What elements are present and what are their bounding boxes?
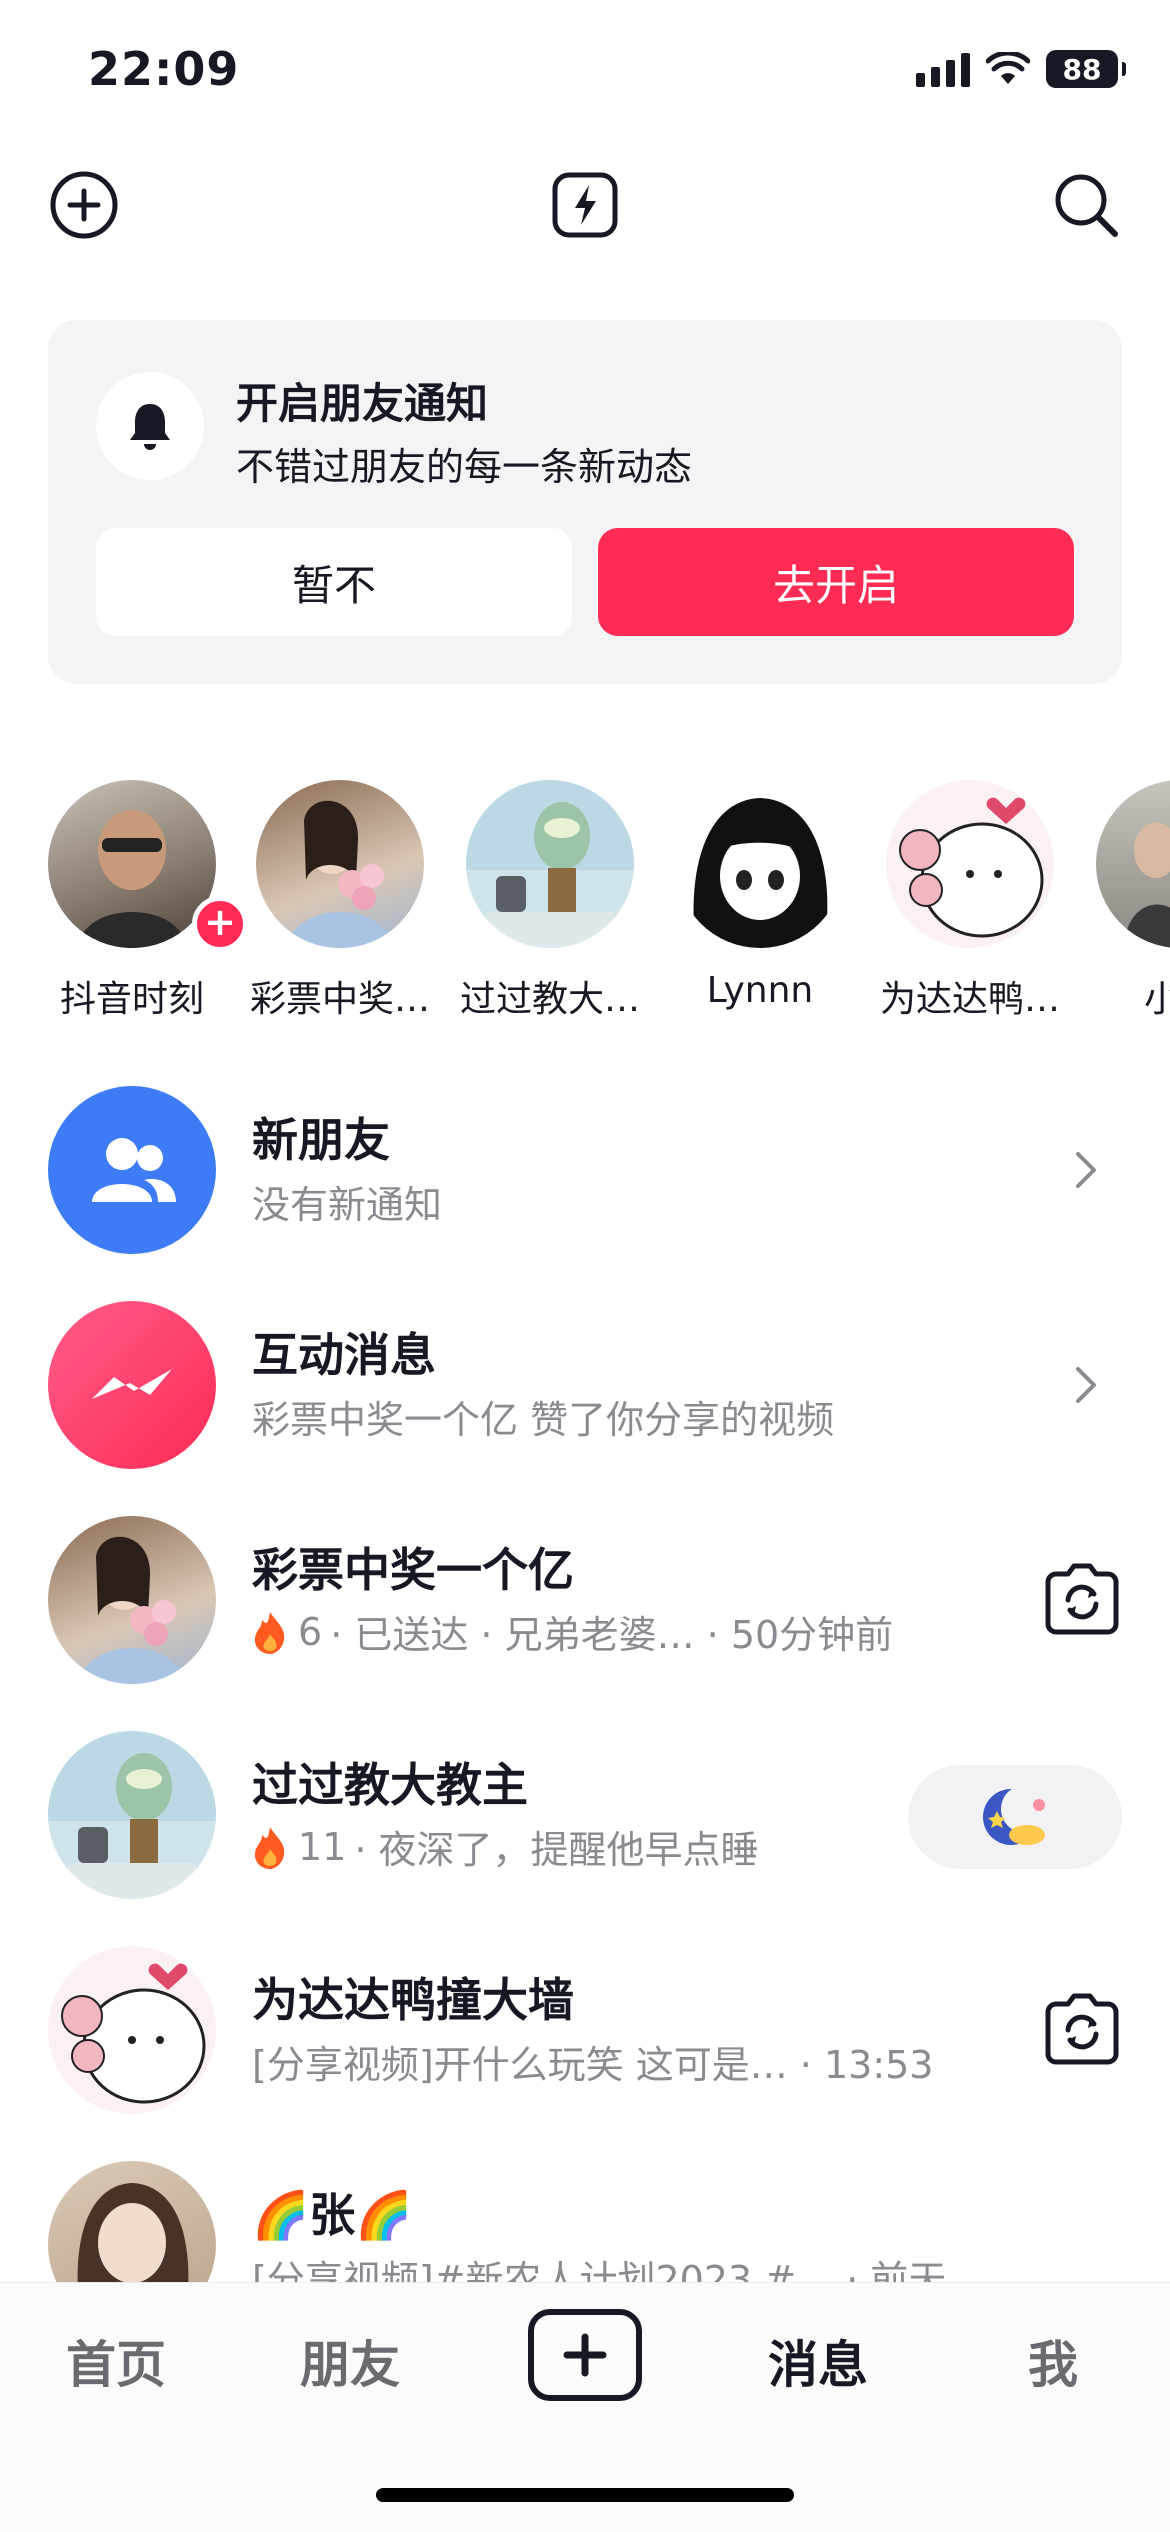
- signal-icon: [916, 51, 970, 87]
- chat-subtitle: 11 · 夜深了，提醒他早点睡: [252, 1819, 759, 1874]
- story-item[interactable]: Lynnn: [660, 780, 860, 1011]
- add-friend-icon[interactable]: [44, 165, 124, 245]
- list-item-subtitle: 没有新通知: [252, 1183, 443, 1227]
- chat-title: 过过教大教主: [252, 1758, 528, 1812]
- chat-title: 🌈张🌈: [252, 2188, 413, 2242]
- story-name: Lynnn: [706, 970, 814, 1011]
- status-indicators: 88: [916, 50, 1126, 88]
- story-item[interactable]: 过过教大…: [450, 780, 650, 1020]
- story-item[interactable]: 为达达鸭…: [870, 780, 1070, 1020]
- list-item-interactions[interactable]: 互动消息 彩票中奖一个亿 赞了你分享的视频: [0, 1285, 1170, 1485]
- streak-count: 11: [298, 1824, 347, 1869]
- chat-title: 彩票中奖一个亿: [252, 1543, 574, 1597]
- chat-item[interactable]: 为达达鸭撞大墙 [分享视频]开什么玩笑 这可是… · 13:53: [0, 1930, 1170, 2130]
- nav-messages[interactable]: 消息: [768, 2325, 868, 2397]
- moon-icon: [983, 1785, 1049, 1845]
- story-name: 过过教大…: [459, 979, 640, 1020]
- avatar: [466, 780, 634, 948]
- new-friends-icon: [48, 1086, 216, 1254]
- sleep-reminder-button[interactable]: [908, 1765, 1122, 1869]
- avatar: [48, 1731, 216, 1899]
- chat-item[interactable]: 彩票中奖一个亿 6 · 已送达 · 兄弟老婆… · 50分钟前: [0, 1500, 1170, 1700]
- notification-subtitle: 不错过朋友的每一条新动态: [236, 445, 693, 489]
- friend-stories-row: + 抖音时刻 彩票中奖… 过过教大… Lynnn 为达达鸭… 小: [0, 780, 1170, 1020]
- avatar: [48, 1946, 216, 2114]
- story-name: 小新: [1143, 979, 1170, 1020]
- status-bar: 22:09 88: [0, 0, 1170, 140]
- chat-subtitle: [分享视频]开什么玩笑 这可是… · 13:53: [252, 2043, 934, 2087]
- enable-notification-button[interactable]: 去开启: [598, 528, 1074, 636]
- chevron-right-icon: [1076, 1367, 1096, 1403]
- story-name: 抖音时刻: [59, 979, 204, 1020]
- chat-status: · 已送达 · 兄弟老婆… · 50分钟前: [330, 1613, 894, 1657]
- wifi-icon: [986, 52, 1030, 84]
- notification-title: 开启朋友通知: [236, 379, 489, 428]
- flash-icon[interactable]: [545, 165, 625, 245]
- avatar: [676, 780, 844, 948]
- list-item-title: 互动消息: [252, 1328, 436, 1382]
- nav-me[interactable]: 我: [1028, 2325, 1078, 2397]
- flame-icon: [254, 1611, 285, 1654]
- chat-title: 为达达鸭撞大墙: [252, 1973, 574, 2027]
- status-time: 22:09: [88, 42, 240, 96]
- avatar: [256, 780, 424, 948]
- chat-item[interactable]: 过过教大教主 11 · 夜深了，提醒他早点睡: [0, 1715, 1170, 1915]
- avatar: [48, 780, 216, 948]
- bell-icon: [96, 372, 204, 480]
- flame-icon: [254, 1826, 285, 1869]
- friend-notification-card: 开启朋友通知 不错过朋友的每一条新动态 暂不 去开启: [48, 320, 1122, 684]
- not-now-button[interactable]: 暂不: [96, 528, 572, 636]
- story-name: 彩票中奖…: [249, 979, 430, 1020]
- chevron-right-icon: [1076, 1152, 1096, 1188]
- streak-count: 6: [298, 1609, 323, 1654]
- avatar: [48, 1516, 216, 1684]
- interaction-icon: [48, 1301, 216, 1469]
- story-name: 为达达鸭…: [879, 979, 1060, 1020]
- camera-icon[interactable]: [1042, 1560, 1122, 1640]
- story-item[interactable]: + 抖音时刻: [32, 780, 248, 1020]
- battery-icon: 88: [1046, 50, 1126, 88]
- chat-status: · 夜深了，提醒他早点睡: [354, 1828, 759, 1872]
- nav-home[interactable]: 首页: [66, 2325, 166, 2397]
- create-button[interactable]: [528, 2309, 642, 2401]
- home-indicator: [376, 2488, 794, 2502]
- search-icon[interactable]: [1046, 165, 1126, 245]
- top-bar: [0, 165, 1170, 250]
- avatar: [1096, 780, 1170, 948]
- nav-friends[interactable]: 朋友: [300, 2325, 400, 2397]
- list-item-subtitle: 彩票中奖一个亿 赞了你分享的视频: [252, 1398, 835, 1442]
- list-item-title: 新朋友: [252, 1113, 390, 1167]
- chat-subtitle: 6 · 已送达 · 兄弟老婆… · 50分钟前: [252, 1604, 893, 1659]
- avatar: [886, 780, 1054, 948]
- story-item[interactable]: 小新: [1080, 780, 1170, 1020]
- camera-icon[interactable]: [1042, 1990, 1122, 2070]
- plus-icon: [563, 2333, 607, 2377]
- list-item-new-friends[interactable]: 新朋友 没有新通知: [0, 1070, 1170, 1270]
- story-item[interactable]: 彩票中奖…: [240, 780, 440, 1020]
